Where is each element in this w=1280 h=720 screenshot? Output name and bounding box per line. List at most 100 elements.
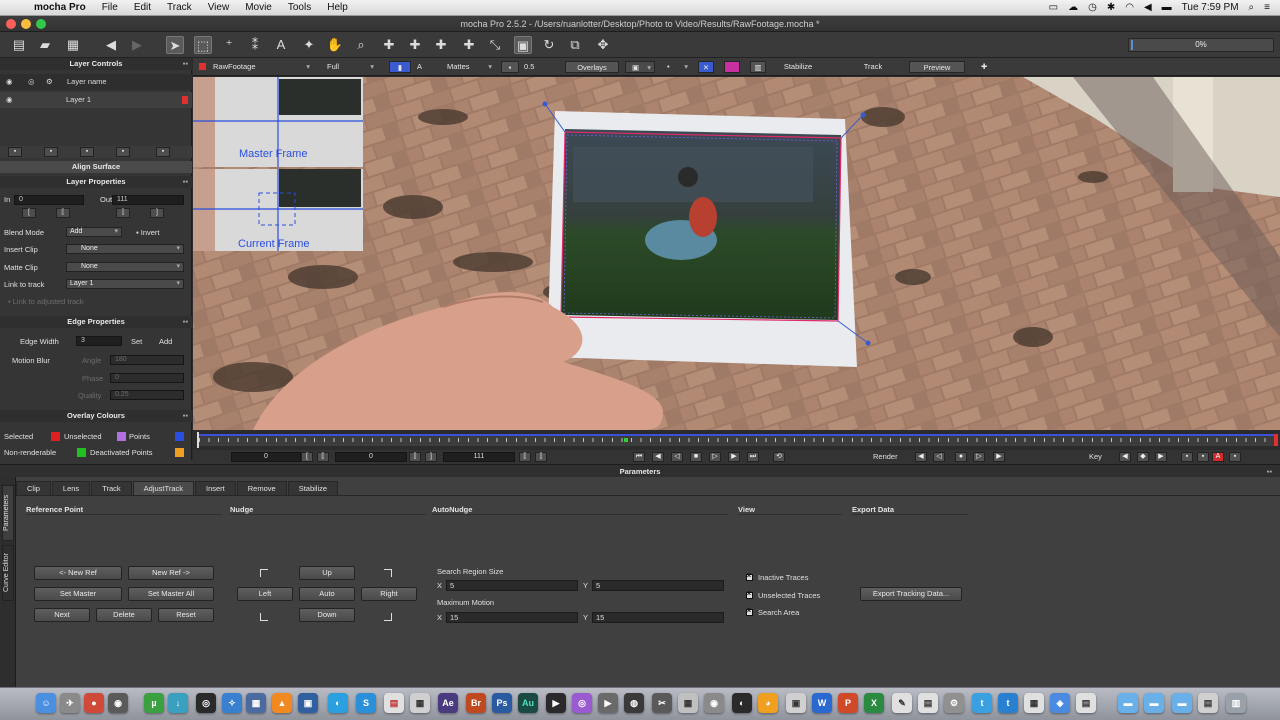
autokey-icon[interactable]: A bbox=[1212, 452, 1224, 462]
layer-options-icon[interactable]: ▪ bbox=[156, 147, 170, 157]
duplicate-layer-icon[interactable]: ▪ bbox=[80, 147, 94, 157]
app-icon-15[interactable]: ✂ bbox=[652, 693, 672, 713]
current-frame-field[interactable]: 0 bbox=[335, 452, 407, 462]
set-in-button[interactable]: [ bbox=[22, 208, 36, 218]
stabilize-view-button[interactable]: Stabilize bbox=[773, 61, 823, 73]
attach-tool-icon[interactable]: ⤡ bbox=[486, 36, 504, 54]
loop-icon[interactable]: ⟲ bbox=[773, 452, 785, 462]
nudge-up-button[interactable]: Up bbox=[299, 566, 355, 580]
app-icon-21[interactable]: ✎ bbox=[892, 693, 912, 713]
clip-select[interactable]: RawFootage bbox=[207, 61, 313, 73]
resolution-select[interactable]: Full bbox=[321, 61, 377, 73]
downloads-folder-icon[interactable]: ▬ bbox=[1172, 693, 1192, 713]
grid-view-icon[interactable] bbox=[724, 61, 740, 73]
set-master-all-button[interactable]: Set Master All bbox=[128, 587, 214, 601]
search-area-checkbox[interactable]: Search Area bbox=[746, 607, 799, 617]
delete-key-icon[interactable]: ▪ bbox=[1181, 452, 1193, 462]
skype-icon[interactable]: S bbox=[356, 693, 376, 713]
app-icon-8[interactable]: ▤ bbox=[384, 693, 404, 713]
tab-stabilize[interactable]: Stabilize bbox=[287, 481, 339, 495]
audition-icon[interactable]: Au bbox=[518, 693, 538, 713]
create-bezier-icon[interactable]: ✚ bbox=[432, 36, 450, 54]
max-motion-y-field[interactable]: 15 bbox=[592, 612, 724, 623]
next-new-ref-button[interactable]: New Ref -> bbox=[128, 566, 214, 580]
photoshop-icon[interactable]: Ps bbox=[492, 693, 512, 713]
phase-field[interactable]: 0 bbox=[110, 373, 184, 383]
app-icon-6[interactable]: ▣ bbox=[298, 693, 318, 713]
powerpoint-icon[interactable]: P bbox=[838, 693, 858, 713]
go-end-icon[interactable]: ⏭ bbox=[747, 452, 759, 462]
app-icon-17[interactable]: ◉ bbox=[704, 693, 724, 713]
bezier-tool-icon[interactable]: ⁑ bbox=[246, 36, 264, 54]
unselected-traces-checkbox[interactable]: Unselected Traces bbox=[746, 590, 820, 600]
out-frame-field[interactable]: 111 bbox=[443, 452, 515, 462]
menu-edit[interactable]: Edit bbox=[126, 2, 159, 13]
document-stack-icon[interactable]: ▤ bbox=[1198, 693, 1218, 713]
app-icon-10[interactable]: Br bbox=[466, 693, 486, 713]
set-master-button[interactable]: Set Master bbox=[34, 587, 122, 601]
quality-field[interactable]: 0.25 bbox=[110, 390, 184, 400]
app-icon-19[interactable]: ◕ bbox=[758, 693, 778, 713]
menu-help[interactable]: Help bbox=[319, 2, 356, 13]
goto-in-icon[interactable]: ⟦ bbox=[317, 452, 329, 462]
surface-tool-icon[interactable]: ▣ bbox=[514, 36, 532, 54]
unselected-colour-swatch[interactable] bbox=[117, 432, 126, 441]
tab-parameters-side[interactable]: Parameters bbox=[2, 485, 14, 541]
selected-colour-swatch[interactable] bbox=[51, 432, 60, 441]
notification-icon[interactable]: ≡ bbox=[1264, 2, 1270, 13]
scale-tool-icon[interactable]: ⧉ bbox=[566, 36, 584, 54]
save-project-icon[interactable]: ▦ bbox=[64, 36, 82, 54]
set-out-button[interactable]: ] bbox=[150, 208, 164, 218]
tab-track[interactable]: Track bbox=[91, 481, 132, 495]
alpha-icon[interactable]: A bbox=[417, 61, 429, 73]
pick-tool-icon[interactable]: ➤ bbox=[166, 36, 184, 54]
menu-track[interactable]: Track bbox=[159, 2, 200, 13]
word-icon[interactable]: W bbox=[812, 693, 832, 713]
goto-out-icon[interactable]: ⟧ bbox=[409, 452, 421, 462]
in-frame-field[interactable]: 0 bbox=[231, 452, 301, 462]
layer-visible-icon[interactable]: ◉ bbox=[6, 92, 13, 108]
app-icon-16[interactable]: ▦ bbox=[678, 693, 698, 713]
points-colour-swatch[interactable] bbox=[175, 432, 184, 441]
app-icon-23[interactable]: ⚙ bbox=[944, 693, 964, 713]
app-icon-24[interactable]: ◈ bbox=[1050, 693, 1070, 713]
excel-icon[interactable]: X bbox=[864, 693, 884, 713]
move-tool-icon[interactable]: ✥ bbox=[594, 36, 612, 54]
overlay-mode-select[interactable]: ▣ bbox=[625, 61, 655, 74]
new-project-icon[interactable]: ▤ bbox=[10, 36, 28, 54]
twitter-icon[interactable]: t bbox=[972, 693, 992, 713]
folder-icon-1[interactable]: ▬ bbox=[1118, 693, 1138, 713]
nudge-auto-button[interactable]: Auto bbox=[299, 587, 355, 601]
spotlight-icon[interactable]: ⌕ bbox=[1249, 2, 1255, 13]
launchpad-icon[interactable]: ✈ bbox=[60, 693, 80, 713]
create-xspline-icon[interactable]: ✚ bbox=[380, 36, 398, 54]
nudge-top-right-icon[interactable] bbox=[384, 569, 392, 577]
wifi-icon[interactable]: ◠ bbox=[1125, 2, 1134, 13]
prev-key-icon[interactable]: ◀ bbox=[1119, 452, 1131, 462]
menu-file[interactable]: File bbox=[94, 2, 126, 13]
max-motion-x-field[interactable]: 15 bbox=[446, 612, 578, 623]
play-forward-icon[interactable]: ▶ bbox=[728, 452, 740, 462]
mattes-select[interactable]: Mattes bbox=[441, 61, 495, 73]
layer-row[interactable]: ◉ Layer 1 bbox=[0, 92, 192, 108]
render-fwd-icon[interactable]: ▶ bbox=[993, 452, 1005, 462]
angle-field[interactable]: 180 bbox=[110, 355, 184, 365]
folder-icon-2[interactable]: ▬ bbox=[1144, 693, 1164, 713]
cursor-icon[interactable]: ✚ bbox=[981, 61, 993, 73]
app-icon-5[interactable]: ▦ bbox=[246, 693, 266, 713]
tab-remove[interactable]: Remove bbox=[236, 481, 287, 495]
timemachine-icon[interactable]: ◷ bbox=[1088, 2, 1097, 13]
edge-set-button[interactable]: Set bbox=[131, 337, 142, 346]
preview-button[interactable]: Preview bbox=[909, 61, 965, 73]
app-icon-3[interactable]: ↓ bbox=[168, 693, 188, 713]
undo-icon[interactable]: ◀ bbox=[102, 36, 120, 54]
vlc-icon[interactable]: ▲ bbox=[272, 693, 292, 713]
menu-app[interactable]: mocha Pro bbox=[26, 2, 94, 13]
nudge-left-button[interactable]: Left bbox=[237, 587, 293, 601]
dot-mode-select[interactable]: • bbox=[661, 61, 691, 73]
app-icon-25[interactable]: ▤ bbox=[1076, 693, 1096, 713]
timeline[interactable] bbox=[193, 430, 1280, 450]
keyframe-marker[interactable] bbox=[624, 438, 628, 442]
surface-view-icon[interactable]: ✕ bbox=[698, 61, 714, 73]
group-layer-icon[interactable]: ▪ bbox=[116, 147, 130, 157]
